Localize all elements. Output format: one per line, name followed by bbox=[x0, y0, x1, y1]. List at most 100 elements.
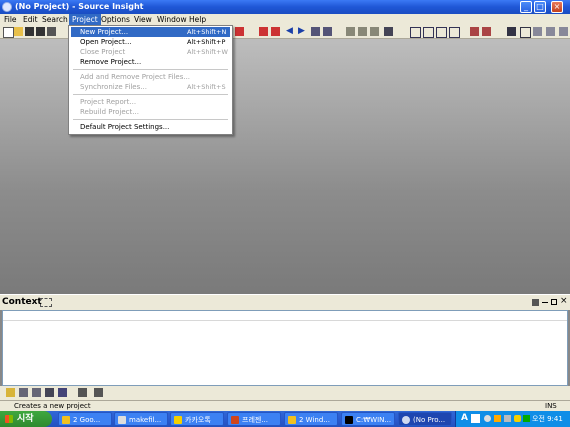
input-method-icon[interactable]: A bbox=[461, 413, 468, 423]
pointer-icon[interactable] bbox=[482, 27, 491, 36]
run-icon[interactable] bbox=[470, 27, 479, 36]
tray-app-icon[interactable] bbox=[494, 415, 501, 422]
relation-icon[interactable] bbox=[384, 27, 393, 36]
save-icon[interactable] bbox=[25, 27, 34, 36]
maximize-button[interactable]: □ bbox=[534, 1, 546, 13]
messenger-icon[interactable] bbox=[514, 415, 521, 422]
menu-help[interactable]: Help bbox=[186, 14, 209, 25]
back-arrow-icon[interactable]: ◀ bbox=[286, 27, 295, 36]
presentation-icon bbox=[231, 416, 239, 424]
menu-view[interactable]: View bbox=[131, 14, 155, 25]
taskbar-item[interactable]: 카카오톡 bbox=[170, 412, 224, 426]
windows-flag-icon bbox=[5, 415, 13, 423]
system-tray: A 오전 9:41 bbox=[455, 411, 570, 427]
context-pin-icon[interactable] bbox=[40, 298, 52, 307]
network-icon[interactable] bbox=[523, 415, 530, 422]
help-icon[interactable] bbox=[484, 415, 491, 422]
jump-back-icon[interactable] bbox=[271, 27, 280, 36]
menu-item-synchronize-files: Synchronize Files... Alt+Shift+S bbox=[80, 83, 226, 91]
context-book-icon[interactable] bbox=[32, 388, 41, 397]
indent-icon[interactable] bbox=[546, 27, 555, 36]
menu-separator bbox=[73, 69, 228, 70]
context-lock-icon[interactable] bbox=[78, 388, 87, 397]
select-icon[interactable] bbox=[520, 27, 531, 38]
menu-project[interactable]: Project bbox=[69, 14, 101, 25]
forward-arrow-icon[interactable]: ▶ bbox=[298, 27, 307, 36]
layout-4-icon[interactable] bbox=[449, 27, 460, 38]
taskbar-item-active[interactable]: (No Pro... bbox=[398, 412, 452, 426]
context-font-icon[interactable] bbox=[58, 388, 67, 397]
document-icon bbox=[118, 416, 126, 424]
panel-close-icon[interactable]: × bbox=[560, 297, 568, 306]
save-all-icon[interactable] bbox=[36, 27, 45, 36]
menu-item-close-project: Close Project Alt+Shift+W bbox=[80, 48, 228, 56]
open-folder-icon[interactable] bbox=[14, 27, 23, 36]
layout-1-icon[interactable] bbox=[410, 27, 421, 38]
link-icon[interactable] bbox=[507, 27, 516, 36]
menu-separator bbox=[73, 119, 228, 120]
menu-item-default-project-settings[interactable]: Default Project Settings... bbox=[71, 122, 230, 132]
status-message: Creates a new project bbox=[14, 402, 91, 410]
menu-item-open-project[interactable]: Open Project... Alt+Shift+P bbox=[71, 37, 230, 47]
search-project-icon[interactable] bbox=[370, 27, 379, 36]
menu-search[interactable]: Search bbox=[39, 14, 71, 25]
folder-icon bbox=[62, 416, 70, 424]
layout-2-icon[interactable] bbox=[423, 27, 434, 38]
layout-3-icon[interactable] bbox=[436, 27, 447, 38]
menu-options[interactable]: Options bbox=[98, 14, 133, 25]
panel-minimize-icon[interactable] bbox=[542, 302, 548, 303]
new-file-icon[interactable] bbox=[3, 27, 14, 38]
project-menu-dropdown: New Project... Alt+Shift+N Open Project.… bbox=[68, 25, 233, 135]
menu-item-add-remove-files: Add and Remove Project Files... bbox=[80, 73, 191, 81]
panel-menu-icon[interactable] bbox=[532, 299, 539, 306]
taskbar: 시작 2 Goo... makefil... 카카오톡 프레젠... 2 Win… bbox=[0, 411, 570, 427]
menu-edit[interactable]: Edit bbox=[20, 14, 41, 25]
menu-file[interactable]: File bbox=[1, 14, 20, 25]
context-settings-icon[interactable] bbox=[94, 388, 103, 397]
menu-bar: File Edit Search Project Options View Wi… bbox=[0, 14, 570, 25]
menu-separator bbox=[73, 94, 228, 95]
context-panel-body[interactable] bbox=[2, 310, 568, 386]
start-button[interactable]: 시작 bbox=[0, 411, 52, 427]
insert-mode-indicator: INS bbox=[545, 402, 557, 410]
lookup-icon[interactable] bbox=[323, 27, 332, 36]
context-copy-icon[interactable] bbox=[19, 388, 28, 397]
source-insight-icon bbox=[402, 416, 410, 424]
title-bar[interactable]: (No Project) - Source Insight _ □ × bbox=[0, 0, 570, 14]
menu-window[interactable]: Window bbox=[154, 14, 190, 25]
hangul-icon[interactable] bbox=[471, 414, 480, 423]
overflow-icon[interactable] bbox=[559, 27, 568, 36]
minimize-button[interactable]: _ bbox=[520, 1, 532, 13]
menu-item-rebuild-project: Rebuild Project... bbox=[80, 108, 139, 116]
chat-icon bbox=[174, 416, 182, 424]
print-icon[interactable] bbox=[47, 27, 56, 36]
context-relation-icon[interactable] bbox=[45, 388, 54, 397]
context-panel-header: Context × bbox=[0, 294, 570, 310]
window-title: (No Project) - Source Insight bbox=[15, 2, 144, 11]
context-toolbar bbox=[0, 386, 570, 400]
folder-icon bbox=[288, 416, 296, 424]
clock[interactable]: 오전 9:41 bbox=[532, 411, 563, 427]
go-to-definition-icon[interactable] bbox=[311, 27, 320, 36]
context-panel-title: Context bbox=[2, 297, 42, 307]
outline-icon[interactable] bbox=[533, 27, 542, 36]
menu-item-project-report: Project Report... bbox=[80, 98, 137, 106]
jump-icon[interactable] bbox=[259, 27, 268, 36]
panel-maximize-icon[interactable] bbox=[551, 299, 557, 305]
taskbar-item[interactable]: makefil... bbox=[114, 412, 168, 426]
status-bar: Creates a new project INS bbox=[0, 400, 570, 411]
taskbar-item[interactable]: 2 Goo... bbox=[58, 412, 112, 426]
menu-item-new-project[interactable]: New Project... Alt+Shift+N bbox=[71, 27, 230, 37]
volume-icon[interactable] bbox=[504, 415, 511, 422]
app-logo-icon bbox=[2, 2, 12, 12]
close-button[interactable]: × bbox=[551, 1, 563, 13]
context-jump-icon[interactable] bbox=[6, 388, 15, 397]
taskbar-item[interactable]: 2 Wind... bbox=[284, 412, 338, 426]
taskbar-item[interactable]: C:₩WIN... bbox=[341, 412, 395, 426]
bookmark-icon[interactable] bbox=[235, 27, 244, 36]
console-icon bbox=[345, 416, 353, 424]
menu-item-remove-project[interactable]: Remove Project... bbox=[71, 57, 230, 67]
search-files-icon[interactable] bbox=[358, 27, 367, 36]
taskbar-item[interactable]: 프레젠... bbox=[227, 412, 281, 426]
search-icon[interactable] bbox=[346, 27, 355, 36]
